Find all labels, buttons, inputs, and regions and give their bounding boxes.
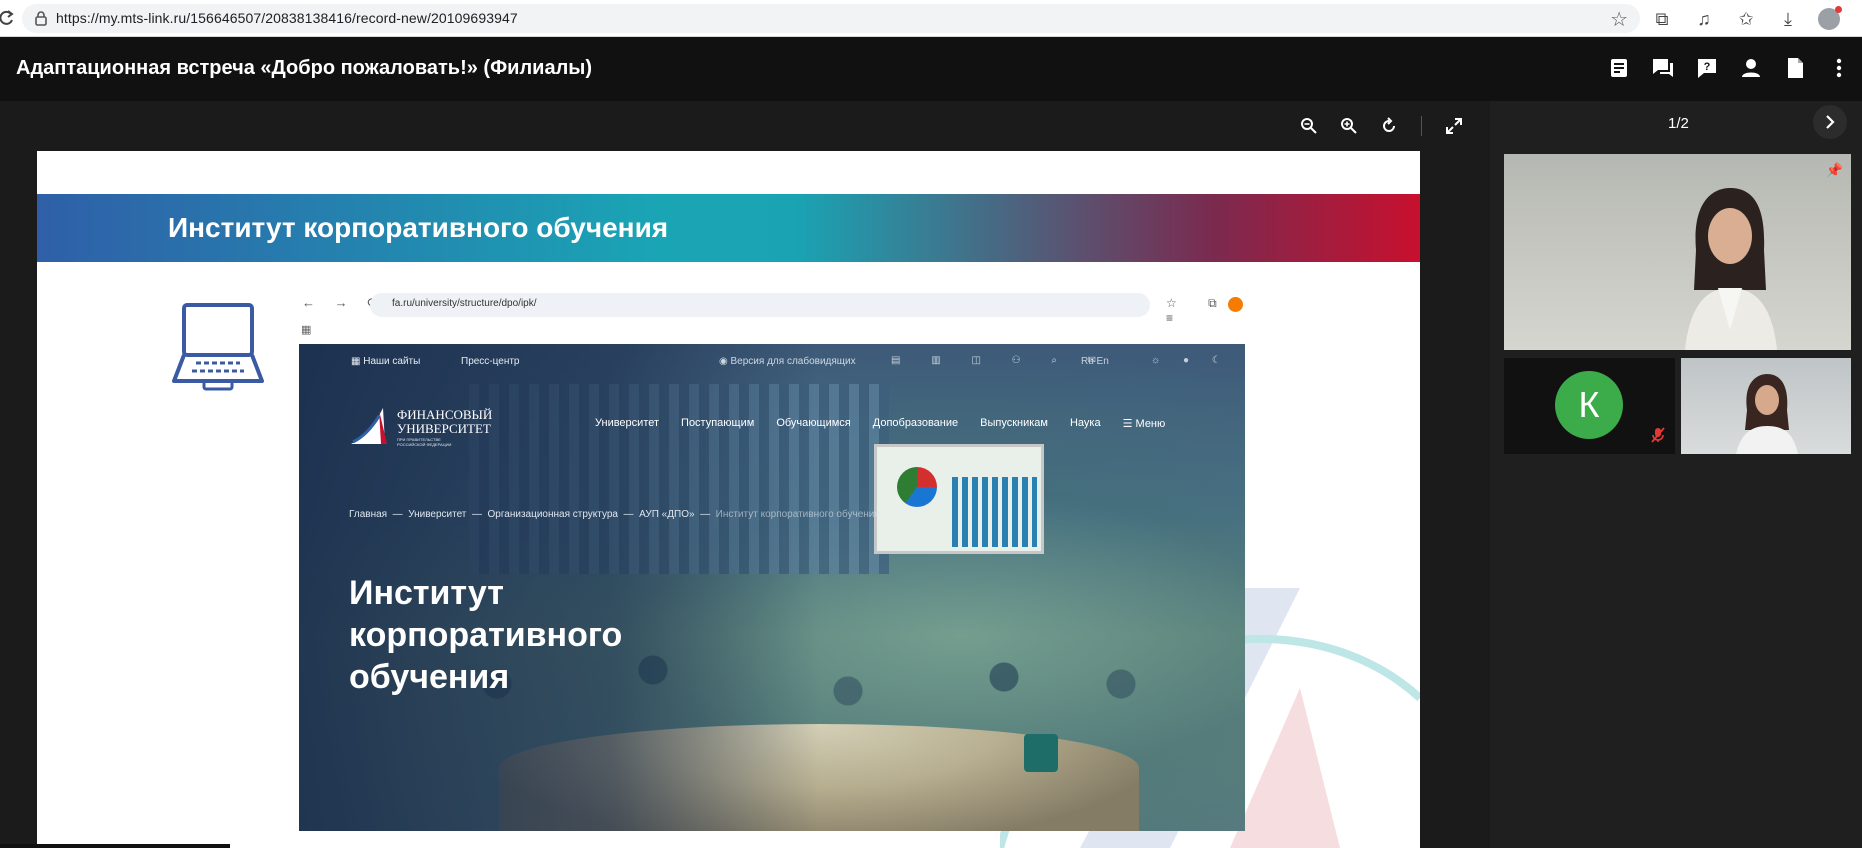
url-text[interactable]: https://my.mts-link.ru/156646507/2083813… <box>56 10 518 26</box>
question-icon[interactable]: ? <box>1694 55 1720 81</box>
slide-title: Институт корпоративного обучения <box>168 212 669 243</box>
embedded-website: ▦ Наши сайты Пресс-центр ◉ Версия для сл… <box>299 344 1245 831</box>
favorites-icon[interactable]: ✩ <box>1734 7 1758 31</box>
embedded-address-bar: fa.ru/university/structure/dpo/ipk/ <box>370 293 1150 317</box>
mic-muted-icon <box>1651 427 1665 446</box>
scroll-indicator <box>0 844 230 848</box>
website-tool-icons: ▤ ▥ ◫ ⚇ ⌕ ✉ <box>891 355 1111 366</box>
speaker-video-tile[interactable]: 📌 <box>1504 154 1851 350</box>
website-nav: Университет Поступающим Обучающимся Допо… <box>595 417 1165 430</box>
nav-graduates: Выпускникам <box>980 417 1048 429</box>
next-page-button[interactable] <box>1813 105 1847 139</box>
embedded-profile-icon <box>1228 297 1243 312</box>
nav-science: Наука <box>1069 417 1101 429</box>
accessibility-link: ◉ Версия для слабовидящих <box>719 356 856 367</box>
downloads-icon[interactable]: ⤓ <box>1776 7 1800 31</box>
nav-menu: ☰ Меню <box>1122 418 1166 430</box>
fullscreen-icon[interactable] <box>1442 114 1466 138</box>
embedded-browser-bar: ← → ⟳ fa.ru/university/structure/dpo/ipk… <box>298 291 1245 325</box>
zoom-out-icon[interactable] <box>1297 114 1321 138</box>
language-switch: Ru En <box>1081 356 1109 367</box>
rotate-icon[interactable] <box>1377 114 1401 138</box>
nav-students: Обучающимся <box>776 417 851 429</box>
participant-avatar-tile[interactable]: К <box>1504 358 1675 454</box>
participants-icon[interactable] <box>1738 55 1764 81</box>
reload-icon[interactable] <box>0 8 14 28</box>
website-hero-title: Институт корпоративного обучения <box>349 574 623 696</box>
embedded-url: fa.ru/university/structure/dpo/ipk/ <box>392 298 537 309</box>
chat-icon[interactable] <box>1650 55 1676 81</box>
page-title: Адаптационная встреча «Добро пожаловать!… <box>16 57 593 79</box>
pin-icon[interactable]: 📌 <box>1826 162 1843 179</box>
page-counter: 1/2 <box>1668 115 1689 132</box>
university-logo: ФИНАНСОВЫЙ УНИВЕРСИТЕТ ПРИ ПРАВИТЕЛЬСТВЕ… <box>349 404 492 448</box>
stage-toolbar <box>0 101 1490 151</box>
zoom-in-icon[interactable] <box>1337 114 1361 138</box>
press-center-link: Пресс-центр <box>461 356 520 367</box>
notes-icon[interactable] <box>1606 55 1632 81</box>
website-breadcrumb: Главная — Университет — Организационная … <box>349 509 880 520</box>
participants-panel: 1/2 📌 К <box>1492 101 1862 848</box>
nav-applicants: Поступающим <box>681 417 755 429</box>
theme-toggle-icon: ☼ ● ☾ <box>1151 355 1231 366</box>
svg-text:?: ? <box>1704 61 1711 73</box>
logo-subtitle: ПРИ ПРАВИТЕЛЬСТВЕ РОССИЙСКОЙ ФЕДЕРАЦИИ <box>397 437 452 447</box>
document-icon[interactable] <box>1782 55 1808 81</box>
media-icon[interactable]: ♫ <box>1692 7 1716 31</box>
briefcase-illustration <box>1024 734 1058 772</box>
extensions-icon[interactable]: ⧉ <box>1650 7 1674 31</box>
avatar: К <box>1555 371 1623 439</box>
chevron-right-icon <box>1826 115 1835 129</box>
nav-additional-education: Допобразование <box>872 417 959 429</box>
nav-university: Университет <box>595 417 660 429</box>
participant-person-illustration <box>1736 374 1798 454</box>
more-icon[interactable] <box>1826 55 1852 81</box>
star-icon[interactable]: ☆ <box>1610 7 1628 32</box>
address-bar[interactable]: https://my.mts-link.ru/156646507/2083813… <box>22 4 1640 33</box>
our-sites-link: ▦ Наши сайты <box>351 356 421 367</box>
apps-grid-icon: ▦ <box>301 324 312 336</box>
presentation-slide: Институт корпоративного обучения ← → ⟳ f… <box>37 151 1420 848</box>
toolbar-divider <box>1421 116 1422 136</box>
lock-icon[interactable] <box>34 10 48 26</box>
slide-banner: Институт корпоративного обучения <box>37 194 1420 262</box>
speaker-person-illustration <box>1684 188 1777 350</box>
website-top-bar: ▦ Наши сайты Пресс-центр ◉ Версия для сл… <box>299 344 1245 380</box>
logo-emblem-icon <box>351 408 387 444</box>
chart-board-illustration <box>874 444 1044 554</box>
logo-text: ФИНАНСОВЫЙ УНИВЕРСИТЕТ <box>397 407 493 436</box>
app-header: Адаптационная встреча «Добро пожаловать!… <box>0 37 1862 101</box>
laptop-icon <box>172 303 264 391</box>
profile-icon[interactable] <box>1818 5 1842 30</box>
participant-video-tile[interactable] <box>1681 358 1851 454</box>
browser-toolbar: https://my.mts-link.ru/156646507/2083813… <box>0 0 1862 37</box>
